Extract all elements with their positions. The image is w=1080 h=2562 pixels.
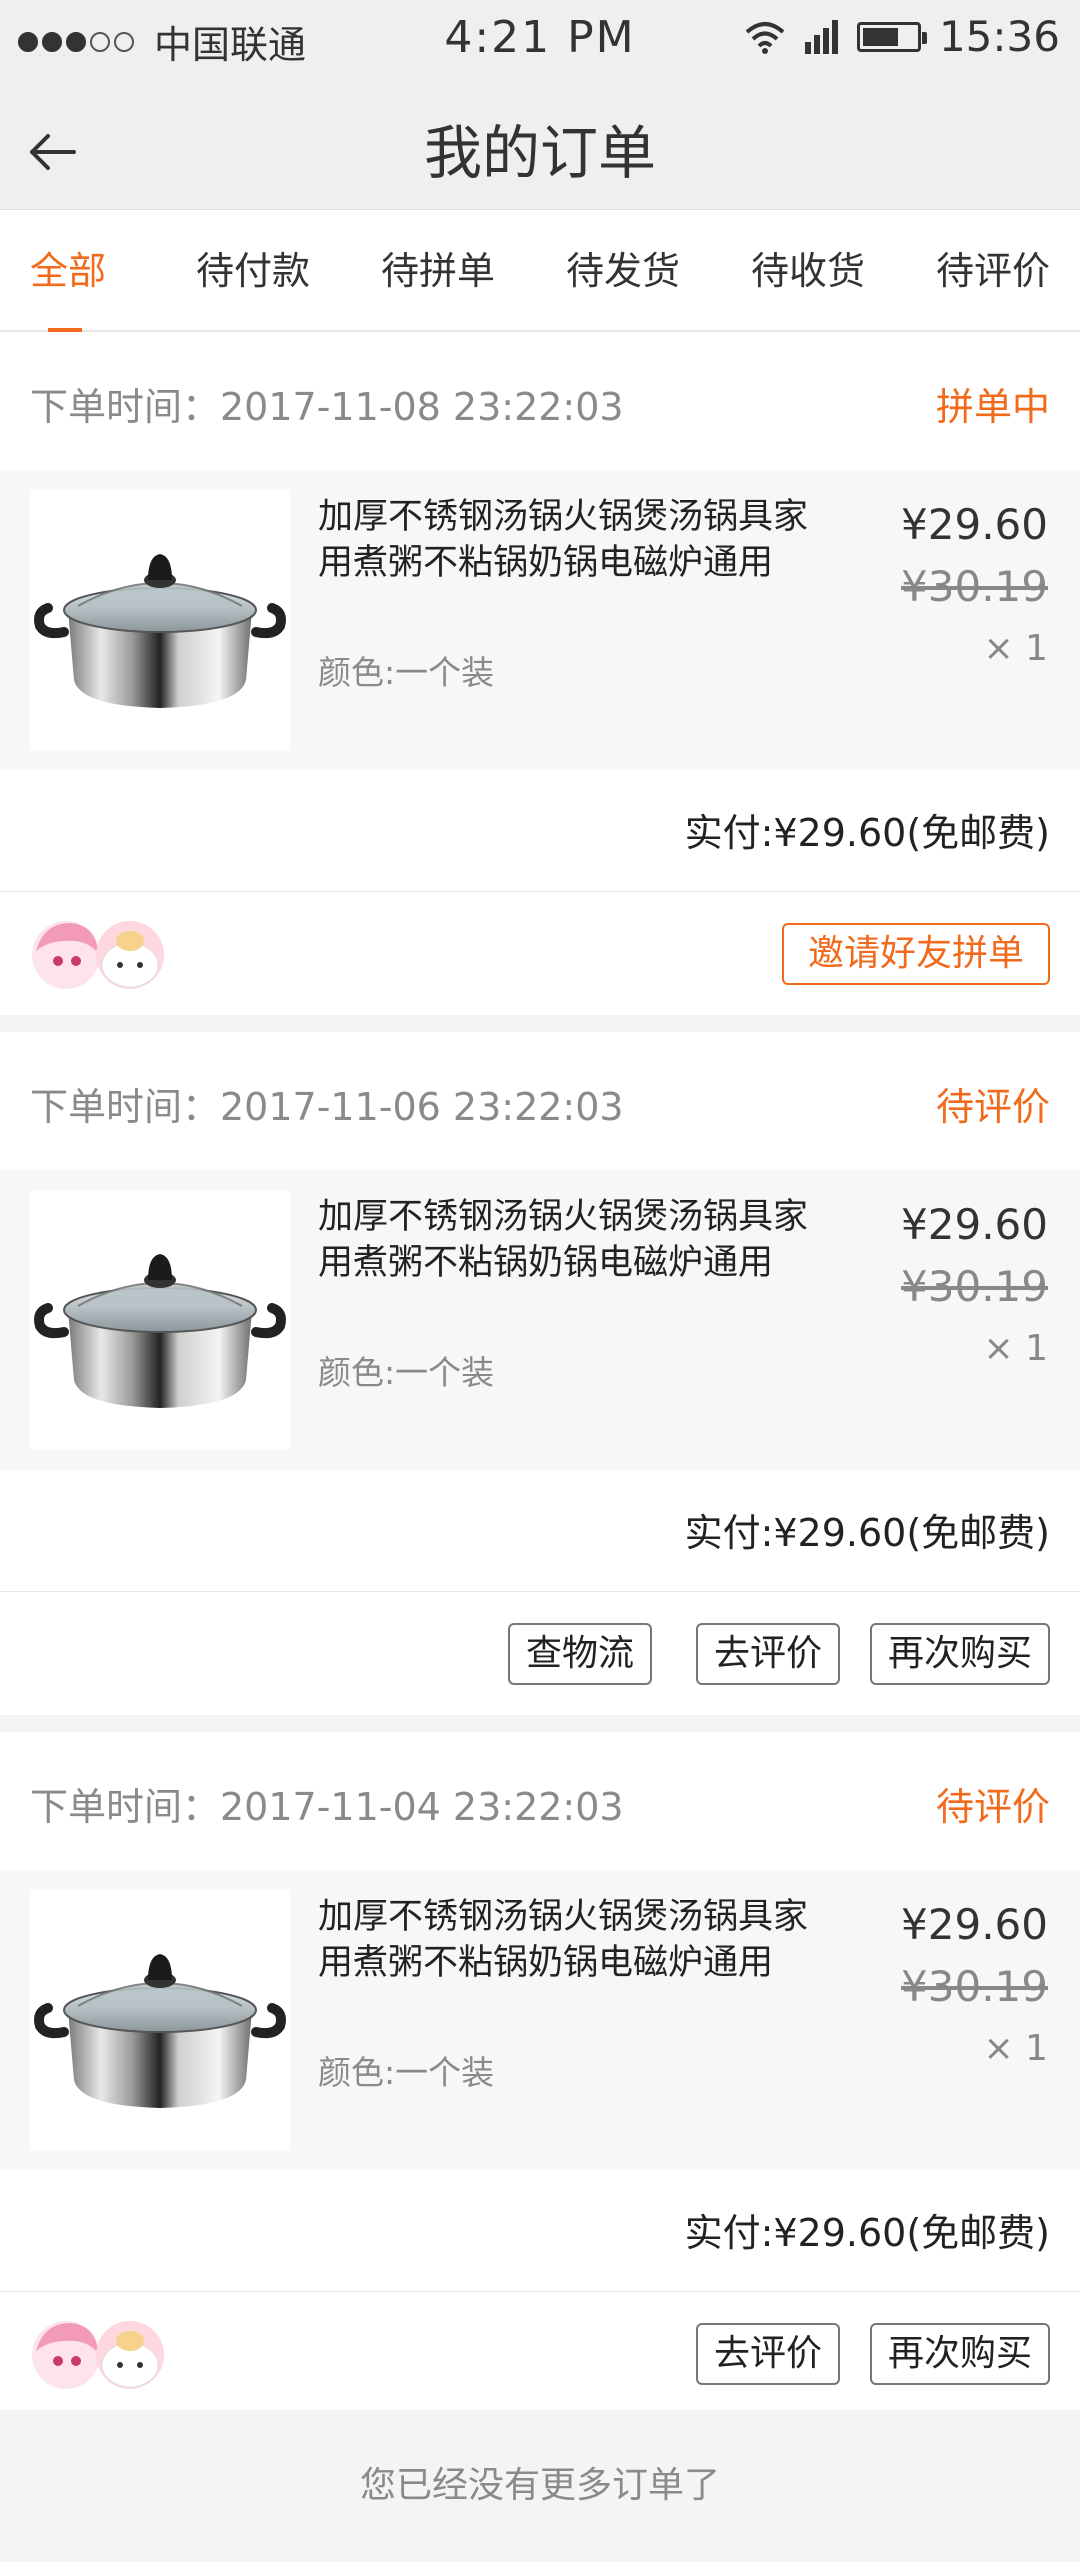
product-price: ¥29.60 bbox=[901, 1900, 1048, 1949]
tab-pending-group[interactable]: 待拼单 bbox=[381, 246, 495, 296]
order-card: 下单时间：2017-11-04 23:22:03 待评价 加厚不锈钢汤锅火锅煲汤… bbox=[0, 1732, 1080, 2410]
order-actions: 查物流 去评价 再次购买 bbox=[0, 1593, 1080, 1715]
order-total: 实付:¥29.60(免邮费) bbox=[684, 811, 1050, 855]
order-header: 下单时间：2017-11-06 23:22:03 待评价 bbox=[0, 1032, 1080, 1170]
order-status: 待评价 bbox=[935, 1785, 1050, 1829]
product-title: 加厚不锈钢汤锅火锅煲汤锅具家用煮粥不粘锅奶锅电磁炉通用 bbox=[318, 497, 809, 583]
order-card: 下单时间：2017-11-08 23:22:03 拼单中 加厚不锈钢汤锅火锅煲汤… bbox=[0, 332, 1080, 1015]
product-spec: 颜色:一个装 bbox=[318, 1353, 495, 1392]
write-review-button[interactable]: 去评价 bbox=[695, 2323, 840, 2385]
product-image[interactable] bbox=[30, 1890, 290, 2150]
tab-pending-shipment[interactable]: 待发货 bbox=[566, 246, 680, 296]
order-tabs: 全部 待付款 待拼单 待发货 待收货 待评价 bbox=[0, 210, 1080, 333]
product-spec: 颜色:一个装 bbox=[318, 2053, 495, 2092]
buy-again-button[interactable]: 再次购买 bbox=[869, 2323, 1050, 2385]
order-total: 实付:¥29.60(免邮费) bbox=[684, 2211, 1050, 2255]
order-card: 下单时间：2017-11-06 23:22:03 待评价 加厚不锈钢汤锅火锅煲汤… bbox=[0, 1032, 1080, 1715]
order-actions: 去评价 再次购买 bbox=[0, 2293, 1080, 2415]
order-status: 待评价 bbox=[935, 1085, 1050, 1129]
order-item[interactable]: 加厚不锈钢汤锅火锅煲汤锅具家用煮粥不粘锅奶锅电磁炉通用 颜色:一个装 ¥29.6… bbox=[0, 1170, 1080, 1470]
order-total-row: 实付:¥29.60(免邮费) bbox=[0, 2170, 1080, 2292]
product-original-price: ¥30.19 bbox=[901, 562, 1048, 611]
tab-all[interactable]: 全部 bbox=[30, 246, 106, 296]
invite-friend-button[interactable]: 邀请好友拼单 bbox=[781, 923, 1050, 985]
order-total-row: 实付:¥29.60(免邮费) bbox=[0, 1470, 1080, 1592]
order-status: 拼单中 bbox=[935, 385, 1050, 429]
write-review-button[interactable]: 去评价 bbox=[695, 1623, 840, 1685]
cellular-signal-icon bbox=[804, 19, 838, 54]
order-item[interactable]: 加厚不锈钢汤锅火锅煲汤锅具家用煮粥不粘锅奶锅电磁炉通用 颜色:一个装 ¥29.6… bbox=[0, 1870, 1080, 2170]
product-quantity: × 1 bbox=[983, 2028, 1048, 2069]
product-price: ¥29.60 bbox=[901, 500, 1048, 549]
product-spec: 颜色:一个装 bbox=[318, 653, 495, 692]
group-avatars bbox=[30, 917, 170, 993]
buy-again-button[interactable]: 再次购买 bbox=[869, 1623, 1050, 1685]
status-bar: 中国联通 4:21 PM 15:36 bbox=[0, 0, 1080, 76]
order-actions: 邀请好友拼单 bbox=[0, 893, 1080, 1015]
no-more-orders-text: 您已经没有更多订单了 bbox=[0, 2410, 1080, 2562]
order-time: 下单时间：2017-11-06 23:22:03 bbox=[30, 1085, 624, 1129]
tab-pending-payment[interactable]: 待付款 bbox=[196, 246, 310, 296]
product-price: ¥29.60 bbox=[901, 1200, 1048, 1249]
nav-bar: 我的订单 bbox=[0, 76, 1080, 210]
product-image[interactable] bbox=[30, 1190, 290, 1450]
product-title: 加厚不锈钢汤锅火锅煲汤锅具家用煮粥不粘锅奶锅电磁炉通用 bbox=[318, 1197, 809, 1283]
battery-icon bbox=[856, 21, 927, 52]
order-total: 实付:¥29.60(免邮费) bbox=[684, 1511, 1050, 1555]
product-quantity: × 1 bbox=[983, 1328, 1048, 1369]
product-image[interactable] bbox=[30, 490, 290, 750]
product-quantity: × 1 bbox=[983, 628, 1048, 669]
order-header: 下单时间：2017-11-08 23:22:03 拼单中 bbox=[0, 332, 1080, 470]
group-avatars bbox=[30, 2317, 170, 2393]
page-title: 我的订单 bbox=[423, 119, 656, 187]
order-time: 下单时间：2017-11-04 23:22:03 bbox=[30, 1785, 624, 1829]
track-logistics-button[interactable]: 查物流 bbox=[507, 1623, 652, 1685]
order-item[interactable]: 加厚不锈钢汤锅火锅煲汤锅具家用煮粥不粘锅奶锅电磁炉通用 颜色:一个装 ¥29.6… bbox=[0, 470, 1080, 770]
product-original-price: ¥30.19 bbox=[901, 1962, 1048, 2011]
tab-pending-review[interactable]: 待评价 bbox=[936, 246, 1050, 296]
product-title: 加厚不锈钢汤锅火锅煲汤锅具家用煮粥不粘锅奶锅电磁炉通用 bbox=[318, 1897, 809, 1983]
order-header: 下单时间：2017-11-04 23:22:03 待评价 bbox=[0, 1732, 1080, 1870]
status-right: 15:36 bbox=[745, 12, 1060, 61]
order-time: 下单时间：2017-11-08 23:22:03 bbox=[30, 385, 624, 429]
status-time-right: 15:36 bbox=[938, 12, 1060, 61]
tab-pending-receipt[interactable]: 待收货 bbox=[751, 246, 865, 296]
order-total-row: 实付:¥29.60(免邮费) bbox=[0, 770, 1080, 892]
product-original-price: ¥30.19 bbox=[901, 1262, 1048, 1311]
wifi-icon bbox=[745, 21, 785, 54]
